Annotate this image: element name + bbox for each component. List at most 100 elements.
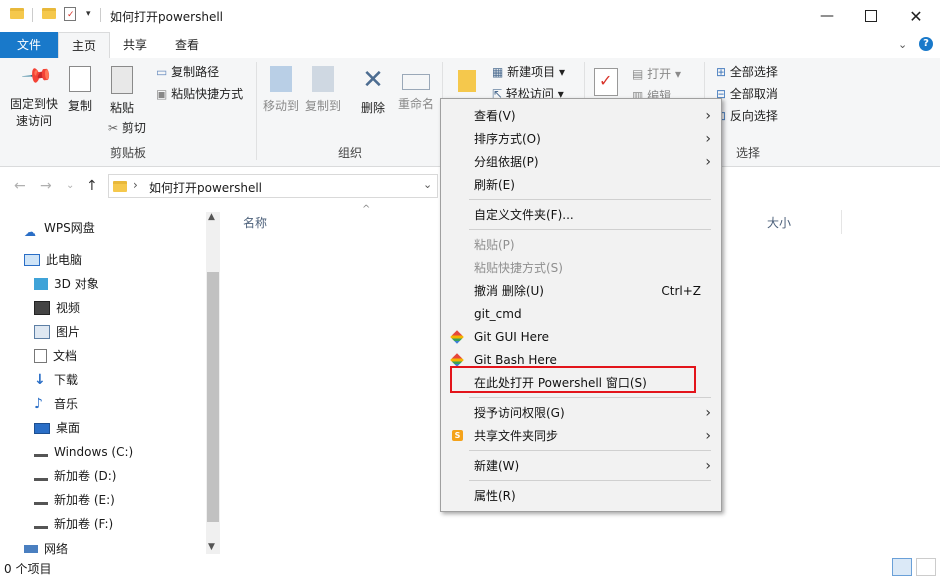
pin-quick-access-button[interactable]: 📌 固定到快速访问 xyxy=(6,58,62,130)
tab-file[interactable]: 文件 xyxy=(0,32,58,58)
column-size[interactable]: 大小 xyxy=(767,214,791,231)
chevron-right-icon: › xyxy=(705,154,711,170)
nav-item-pictures[interactable]: 图片 xyxy=(34,322,80,342)
invert-selection-button[interactable]: ⊡ 反向选择 xyxy=(716,106,778,126)
menu-item-paste: 粘贴(P) xyxy=(474,238,515,252)
document-icon xyxy=(34,349,47,363)
up-arrow-icon[interactable]: ↑ xyxy=(86,178,98,194)
maximize-button[interactable] xyxy=(848,0,894,32)
nav-item-documents[interactable]: 文档 xyxy=(34,346,77,366)
window-title: 如何打开powershell xyxy=(110,10,223,24)
menu-item-sort[interactable]: 排序方式(O) › xyxy=(441,128,721,150)
new-folder-icon[interactable] xyxy=(458,70,476,92)
paste-shortcut-button[interactable]: ▣ 粘贴快捷方式 xyxy=(156,84,243,104)
delete-button[interactable]: ✕ 删除 xyxy=(356,66,390,117)
sort-ascending-icon: ^ xyxy=(362,204,371,215)
nav-item-this-pc[interactable]: 此电脑 xyxy=(24,250,82,270)
menu-item-shared-folder-sync[interactable]: S 共享文件夹同步 › xyxy=(441,425,721,447)
minimize-button[interactable]: — xyxy=(804,0,850,32)
menu-item-undo-delete[interactable]: 撤消 删除(U) Ctrl+Z xyxy=(441,280,721,302)
menu-item-give-access[interactable]: 授予访问权限(G) › xyxy=(441,402,721,424)
select-all-button[interactable]: ⊞ 全部选择 xyxy=(716,62,778,82)
nav-item-drive-d[interactable]: 新加卷 (D:) xyxy=(34,466,116,486)
network-icon xyxy=(24,545,38,553)
scroll-up-icon[interactable]: ▲ xyxy=(208,212,215,222)
properties-icon[interactable]: ✓ xyxy=(594,68,618,96)
menu-item-refresh[interactable]: 刷新(E) xyxy=(441,174,721,196)
tab-view[interactable]: 查看 xyxy=(164,32,210,58)
chevron-right-icon: › xyxy=(705,458,711,474)
move-to-button[interactable]: 移动到 xyxy=(262,66,300,115)
copy-icon xyxy=(69,66,91,92)
git-icon xyxy=(450,330,464,344)
picture-icon xyxy=(34,325,50,339)
new-item-button[interactable]: ▦ 新建项目 ▾ xyxy=(492,62,565,82)
menu-item-group-by[interactable]: 分组依据(P) › xyxy=(441,151,721,173)
tab-home[interactable]: 主页 xyxy=(58,32,110,59)
nav-item-drive-c[interactable]: Windows (C:) xyxy=(34,442,133,462)
drive-icon xyxy=(34,472,48,481)
tab-share[interactable]: 共享 xyxy=(112,32,158,58)
title-bar: ✓ ▾ 如何打开powershell — ✕ xyxy=(0,0,940,32)
nav-item-drive-e[interactable]: 新加卷 (E:) xyxy=(34,490,115,510)
scrollbar-thumb[interactable] xyxy=(207,272,219,522)
menu-item-paste-shortcut: 粘贴快捷方式(S) xyxy=(474,261,563,275)
move-icon xyxy=(270,66,292,92)
drive-icon xyxy=(34,520,48,529)
item-count: 0 个项目 xyxy=(4,562,52,576)
nav-item-videos[interactable]: 视频 xyxy=(34,298,80,318)
folder-icon xyxy=(10,8,24,19)
address-dropdown-icon[interactable]: ⌄ xyxy=(423,178,432,191)
new-folder-icon[interactable] xyxy=(42,8,56,19)
forward-arrow-icon[interactable]: → xyxy=(40,178,52,194)
ribbon-tabs: 文件 主页 共享 查看 ⌄ ? xyxy=(0,32,940,59)
nav-item-wps[interactable]: ☁ WPS网盘 xyxy=(24,218,95,239)
copy-to-button[interactable]: 复制到 xyxy=(304,66,342,115)
navigation-pane: ☁ WPS网盘 此电脑 3D 对象 视频 图片 文档 ↓ 下载 ♪ 音乐 桌面 Win… xyxy=(0,212,222,556)
chevron-down-icon[interactable]: ⌄ xyxy=(898,38,907,51)
divider xyxy=(32,8,33,22)
copy-button[interactable]: 复制 xyxy=(64,66,96,115)
back-arrow-icon[interactable]: ← xyxy=(14,178,26,194)
rename-icon xyxy=(402,74,430,90)
divider xyxy=(100,8,101,22)
help-icon[interactable]: ? xyxy=(919,37,933,51)
menu-item-git-cmd[interactable]: git_cmd xyxy=(441,303,721,325)
nav-item-music[interactable]: ♪ 音乐 xyxy=(34,394,78,414)
menu-item-properties[interactable]: 属性(R) xyxy=(441,485,721,507)
recent-locations-icon[interactable]: ⌄ xyxy=(66,180,74,191)
large-icons-view-icon[interactable] xyxy=(916,558,936,576)
nav-item-desktop[interactable]: 桌面 xyxy=(34,418,80,438)
cut-button[interactable]: ✂ 剪切 xyxy=(108,118,146,138)
highlight-box xyxy=(450,366,696,393)
details-view-icon[interactable] xyxy=(892,558,912,576)
select-none-button[interactable]: ⊟ 全部取消 xyxy=(716,84,778,104)
menu-item-git-gui[interactable]: Git GUI Here xyxy=(441,326,721,348)
column-name[interactable]: 名称 xyxy=(243,214,267,231)
column-divider xyxy=(841,210,842,234)
divider xyxy=(256,62,257,160)
menu-item-new[interactable]: 新建(W) › xyxy=(441,455,721,477)
customize-toolbar-icon[interactable]: ▾ xyxy=(86,9,91,19)
rename-button[interactable]: 重命名 xyxy=(396,66,436,113)
paste-button[interactable]: 粘贴 xyxy=(104,66,140,117)
group-label-select: 选择 xyxy=(736,146,761,160)
breadcrumb[interactable]: 如何打开powershell xyxy=(149,179,262,196)
scroll-down-icon[interactable]: ▼ xyxy=(208,542,215,552)
nav-item-downloads[interactable]: ↓ 下载 xyxy=(34,370,78,390)
drive-icon xyxy=(34,496,48,505)
nav-item-drive-f[interactable]: 新加卷 (F:) xyxy=(34,514,113,534)
menu-item-customize-folder[interactable]: 自定义文件夹(F)... xyxy=(441,204,721,226)
menu-separator xyxy=(469,450,711,451)
properties-icon[interactable]: ✓ xyxy=(64,7,76,21)
copy-path-button[interactable]: ▭ 复制路径 xyxy=(156,62,219,82)
open-button[interactable]: ▤ 打开 ▾ xyxy=(632,64,681,84)
address-bar[interactable]: › 如何打开powershell ⌄ xyxy=(108,174,438,198)
folder-icon xyxy=(113,181,127,192)
nav-item-network[interactable]: 网络 xyxy=(24,542,68,556)
menu-item-view[interactable]: 查看(V) › xyxy=(441,105,721,127)
breadcrumb-separator-icon: › xyxy=(133,178,138,192)
close-button[interactable]: ✕ xyxy=(893,0,939,32)
scissors-icon: ✂ xyxy=(108,121,122,135)
nav-item-3d[interactable]: 3D 对象 xyxy=(34,274,99,294)
